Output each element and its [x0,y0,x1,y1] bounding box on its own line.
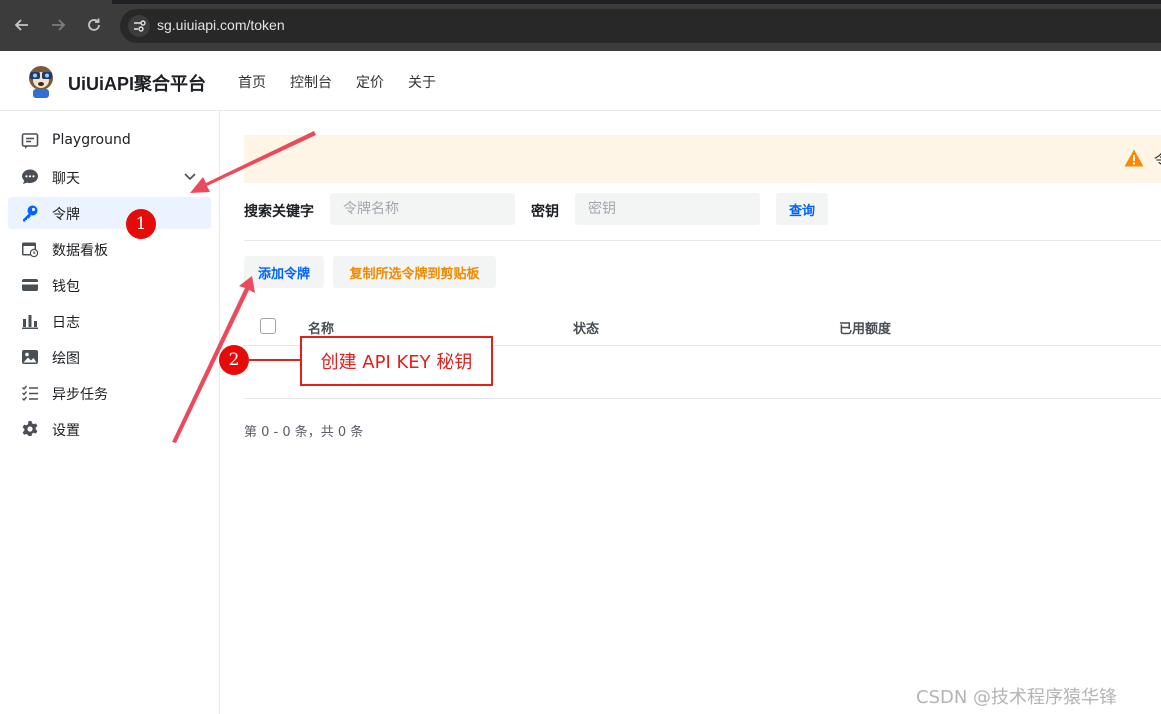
url-text[interactable]: sg.uiuiapi.com/token [157,17,285,33]
column-header-name: 名称 [308,322,335,337]
sidebar-item-label: 日志 [52,315,80,331]
notice-banner: 令 [244,135,1161,183]
key-icon [21,204,39,222]
active-tab-edge [0,0,112,4]
chevron-down-icon[interactable] [183,168,197,182]
annotation-callout: 创建 API KEY 秘钥 [300,336,493,386]
forward-icon[interactable] [46,13,70,37]
sidebar-item-dashboard[interactable]: 数据看板 [8,233,211,265]
sidebar-item-chat[interactable]: 聊天 [8,161,211,193]
sidebar-item-label: 异步任务 [52,387,108,403]
step-badge-2: 2 [219,345,249,375]
image-icon [21,348,39,366]
add-token-button[interactable]: 添加令牌 [244,256,324,288]
section-divider [244,240,1161,241]
sidebar-item-label: 令牌 [52,207,80,223]
site-settings-icon[interactable] [128,15,150,37]
chat-bubble-icon [21,168,39,186]
task-list-icon [21,384,39,402]
sidebar-item-wallet[interactable]: 钱包 [8,269,211,301]
reload-icon[interactable] [82,13,106,37]
sidebar: Playground 聊天 令牌 数据看板 钱包 日志 绘图 异步任务 设置 [0,111,220,714]
keyword-label: 搜索关键字 [244,204,314,220]
brand-name[interactable]: UiUiAPI聚合平台 [68,70,206,96]
banner-text: 令 [1154,150,1161,170]
message-square-icon [21,132,39,150]
credit-card-icon [21,276,39,294]
brand-logo-icon[interactable] [24,63,58,99]
key-input[interactable] [575,193,760,225]
browser-chrome: sg.uiuiapi.com/token [0,0,1161,51]
bar-chart-icon [21,312,39,330]
token-name-input[interactable] [330,193,515,225]
tab-strip [0,0,1161,4]
select-all-checkbox[interactable] [260,318,276,334]
column-header-used-quota: 已用额度 [839,322,892,337]
sidebar-item-logs[interactable]: 日志 [8,305,211,337]
nav-home[interactable]: 首页 [238,72,266,92]
nav-about[interactable]: 关于 [408,72,436,92]
sidebar-item-drawing[interactable]: 绘图 [8,341,211,373]
key-label: 密钥 [531,204,559,220]
sidebar-item-label: 聊天 [52,171,80,187]
gear-icon [21,420,39,438]
warning-icon [1124,149,1144,167]
pagination-summary: 第 0 - 0 条，共 0 条 [244,425,364,440]
watermark: CSDN @技术程序猿华锋 [916,687,1118,708]
sidebar-item-label: Playground [52,132,131,148]
sidebar-item-playground[interactable]: Playground [8,125,211,157]
sidebar-item-label: 钱包 [52,279,80,295]
calendar-clock-icon [21,240,39,258]
sidebar-item-label: 绘图 [52,351,80,367]
address-bar[interactable]: sg.uiuiapi.com/token [120,9,1161,43]
nav-console[interactable]: 控制台 [290,72,332,92]
table-bottom-divider [244,398,1161,399]
sidebar-item-settings[interactable]: 设置 [8,413,211,445]
sidebar-item-async-tasks[interactable]: 异步任务 [8,377,211,409]
sidebar-item-label: 设置 [52,423,80,439]
sidebar-item-tokens[interactable]: 令牌 [8,197,211,229]
nav-pricing[interactable]: 定价 [356,72,384,92]
app-header: UiUiAPI聚合平台 首页 控制台 定价 关于 [0,51,1161,111]
column-header-status: 状态 [573,322,600,337]
step-badge-1: 1 [126,209,156,239]
query-button[interactable]: 查询 [776,193,828,225]
copy-tokens-button[interactable]: 复制所选令牌到剪贴板 [333,256,496,288]
back-icon[interactable] [10,13,34,37]
sidebar-item-label: 数据看板 [52,243,108,259]
